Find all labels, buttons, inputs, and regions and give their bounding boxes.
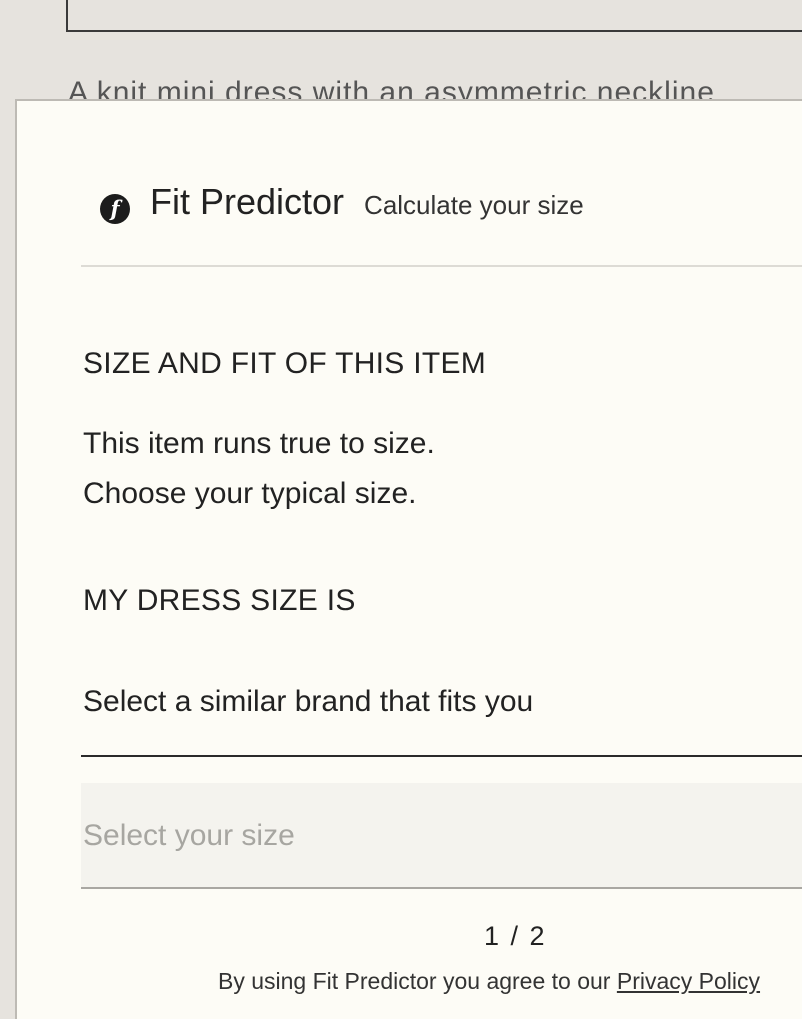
fit-description-line: Choose your typical size. xyxy=(83,477,417,510)
size-section-heading: MY DRESS SIZE IS xyxy=(83,584,356,617)
header-divider xyxy=(81,265,802,267)
similar-brand-select-label: Select a similar brand that fits you xyxy=(83,685,534,718)
size-select-placeholder: Select your size xyxy=(83,819,295,852)
privacy-policy-link[interactable]: Privacy Policy xyxy=(617,968,760,994)
brand-title: Fit Predictor xyxy=(150,181,345,222)
step-indicator: 1 / 2 xyxy=(484,921,547,951)
modal-header: f Fit Predictor Calculate your size xyxy=(100,181,584,224)
brand-tagline: Calculate your size xyxy=(364,190,584,220)
fit-predictor-modal: f Fit Predictor Calculate your size SIZE… xyxy=(15,99,802,1019)
similar-brand-select[interactable]: Select a similar brand that fits you xyxy=(81,677,802,757)
fit-description-line: This item runs true to size. xyxy=(83,427,435,460)
fit-section-heading: SIZE AND FIT OF THIS ITEM xyxy=(83,347,487,380)
background-input-box xyxy=(66,0,802,32)
privacy-footer-text: By using Fit Predictor you agree to our xyxy=(218,968,617,994)
fit-description: This item runs true to size. Choose your… xyxy=(83,419,435,519)
size-select[interactable]: Select your size xyxy=(81,783,802,889)
privacy-footer: By using Fit Predictor you agree to our … xyxy=(218,968,760,995)
fit-predictor-logo-icon: f xyxy=(100,194,130,224)
